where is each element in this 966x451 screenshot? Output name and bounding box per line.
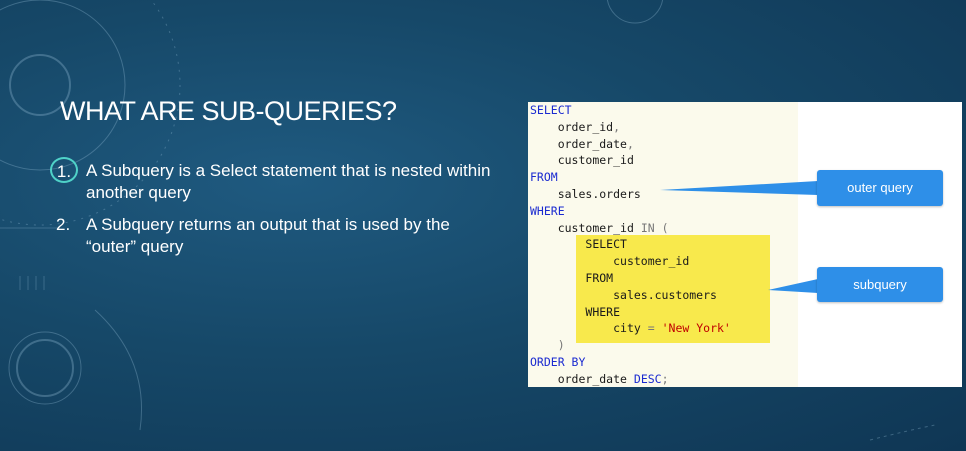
outer-query-callout: outer query	[817, 170, 943, 206]
bullet-text: A Subquery is a Select statement that is…	[86, 161, 491, 202]
bullet-list: 1. A Subquery is a Select statement that…	[50, 157, 496, 268]
code-example-image: SELECT order_id, order_date, customer_id…	[528, 102, 962, 387]
slide-title: WHAT ARE SUB-QUERIES?	[60, 96, 397, 126]
bullet-text: A Subquery returns an output that is use…	[86, 215, 450, 256]
list-item: 2. A Subquery returns an output that is …	[56, 214, 496, 258]
sql-code: SELECT order_id, order_date, customer_id…	[530, 103, 731, 386]
bullet-number: 2.	[56, 215, 71, 234]
subquery-callout: subquery	[817, 267, 943, 302]
list-item: 1. A Subquery is a Select statement that…	[50, 157, 496, 204]
bullet-number: 1.	[50, 157, 78, 183]
